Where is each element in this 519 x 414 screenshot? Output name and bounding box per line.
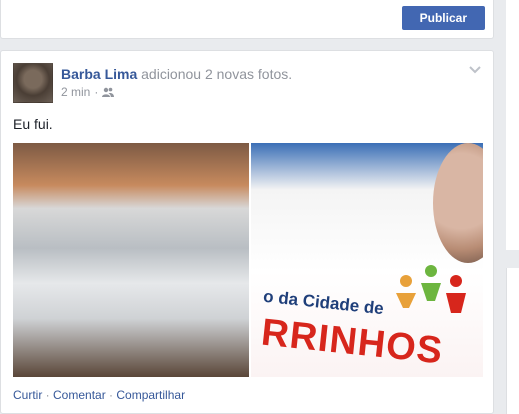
post-meta: 2 min · <box>61 85 115 99</box>
share-link[interactable]: Compartilhar <box>116 388 185 402</box>
person-face <box>433 143 483 263</box>
comment-link[interactable]: Comentar <box>53 388 106 402</box>
friends-icon[interactable] <box>102 87 115 97</box>
meta-separator: · <box>94 85 99 99</box>
avatar[interactable] <box>13 63 53 103</box>
action-separator: · <box>42 388 54 402</box>
right-column-top <box>506 0 519 250</box>
photo-grid: o da Cidade de RRINHOS <box>13 143 483 377</box>
photo-2[interactable]: o da Cidade de RRINHOS <box>251 143 483 377</box>
post-text: Eu fui. <box>13 116 53 132</box>
logo-figures <box>391 263 471 333</box>
post-actions: Curtir · Comentar · Compartilhar <box>13 388 185 402</box>
photo-1[interactable] <box>13 143 249 377</box>
publish-button[interactable]: Publicar <box>401 6 485 30</box>
post-timestamp[interactable]: 2 min <box>61 85 90 99</box>
post-action-text: adicionou 2 novas fotos. <box>137 66 293 82</box>
feed-post: Barba Lima adicionou 2 novas fotos. 2 mi… <box>0 50 494 414</box>
right-column-panel <box>506 268 519 414</box>
like-link[interactable]: Curtir <box>13 388 42 402</box>
action-separator: · <box>105 388 117 402</box>
composer-footer: Publicar <box>0 0 494 39</box>
chevron-down-icon[interactable] <box>469 63 481 77</box>
author-name[interactable]: Barba Lima <box>61 66 137 82</box>
post-header: Barba Lima adicionou 2 novas fotos. <box>61 66 292 82</box>
